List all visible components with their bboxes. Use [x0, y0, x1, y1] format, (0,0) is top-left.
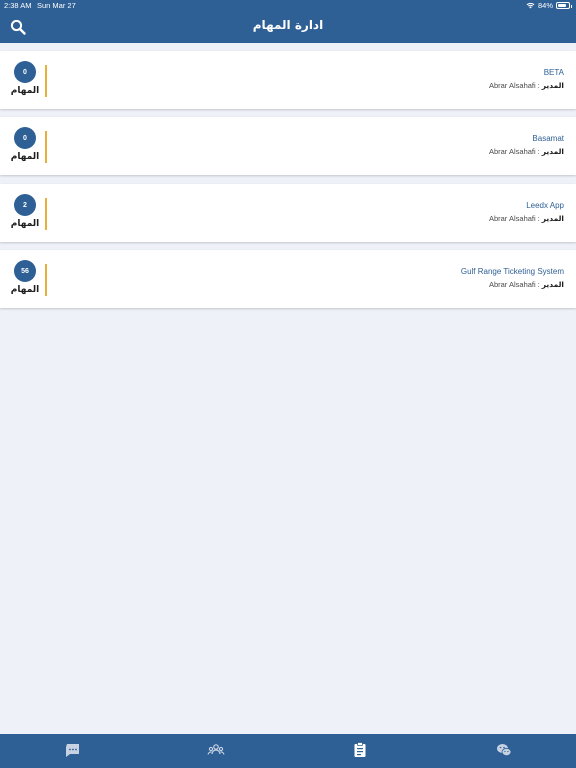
accent-divider: [45, 131, 47, 163]
clipboard-icon[interactable]: [351, 741, 369, 759]
task-count: 56 المهام: [8, 260, 42, 298]
task-count-badge: 0: [14, 127, 36, 149]
manager-name: Abrar Alsahafi: [488, 147, 536, 156]
manager-name: Abrar Alsahafi: [488, 214, 536, 223]
project-card[interactable]: 0 المهام Basamat Abrar Alsahafi : المدير: [0, 117, 576, 175]
manager-name: Abrar Alsahafi: [488, 81, 536, 90]
team-icon[interactable]: [207, 741, 225, 759]
project-name: Gulf Range Ticketing System: [460, 267, 564, 276]
manager-name: Abrar Alsahafi: [488, 280, 536, 289]
project-card[interactable]: 56 المهام Gulf Range Ticketing System Ab…: [0, 250, 576, 308]
manager-row: Abrar Alsahafi : المدير: [489, 81, 564, 90]
battery-percent: 84%: [537, 1, 553, 10]
wifi-icon: [526, 2, 535, 9]
project-card[interactable]: 2 المهام Leedx App Abrar Alsahafi : المد…: [0, 184, 576, 242]
accent-divider: [45, 65, 47, 97]
task-count-label: المهام: [10, 219, 40, 229]
manager-row: Abrar Alsahafi : المدير: [489, 147, 564, 156]
manager-label: المدير: [541, 81, 564, 90]
accent-divider: [45, 264, 47, 296]
manager-label: المدير: [541, 214, 564, 223]
header-bar: ادارة المهام: [0, 12, 576, 43]
status-time: 2:38 AM: [4, 1, 32, 10]
manager-separator: :: [537, 81, 540, 90]
manager-label: المدير: [541, 280, 564, 289]
battery-fill: [558, 4, 567, 7]
page-title: ادارة المهام: [252, 18, 324, 32]
project-card[interactable]: 0 المهام BETA Abrar Alsahafi : المدير: [0, 51, 576, 109]
manager-label: المدير: [541, 147, 564, 156]
status-right: 84%: [526, 1, 572, 10]
battery-icon: [556, 2, 572, 9]
manager-separator: :: [537, 214, 540, 223]
task-count-label: المهام: [10, 86, 40, 96]
manager-row: Abrar Alsahafi : المدير: [489, 214, 564, 223]
task-count-badge: 0: [14, 61, 36, 83]
task-count-label: المهام: [10, 152, 40, 162]
task-count: 2 المهام: [8, 194, 42, 232]
status-bar: 2:38 AM Sun Mar 27 84%: [0, 0, 576, 12]
task-count-label: المهام: [10, 285, 40, 295]
project-name: Leedx App: [526, 201, 564, 210]
status-date: Sun Mar 27: [37, 1, 76, 10]
chat-bubble-icon[interactable]: [63, 741, 81, 759]
task-count-badge: 56: [14, 260, 36, 282]
wechat-icon[interactable]: [495, 741, 513, 759]
task-count: 0 المهام: [8, 61, 42, 99]
accent-divider: [45, 198, 47, 230]
task-count: 0 المهام: [8, 127, 42, 165]
manager-separator: :: [537, 280, 540, 289]
project-name: Basamat: [532, 134, 564, 143]
tab-bar: [0, 734, 576, 768]
manager-row: Abrar Alsahafi : المدير: [489, 280, 564, 289]
task-count-badge: 2: [14, 194, 36, 216]
project-name: BETA: [543, 68, 564, 77]
manager-separator: :: [537, 147, 540, 156]
